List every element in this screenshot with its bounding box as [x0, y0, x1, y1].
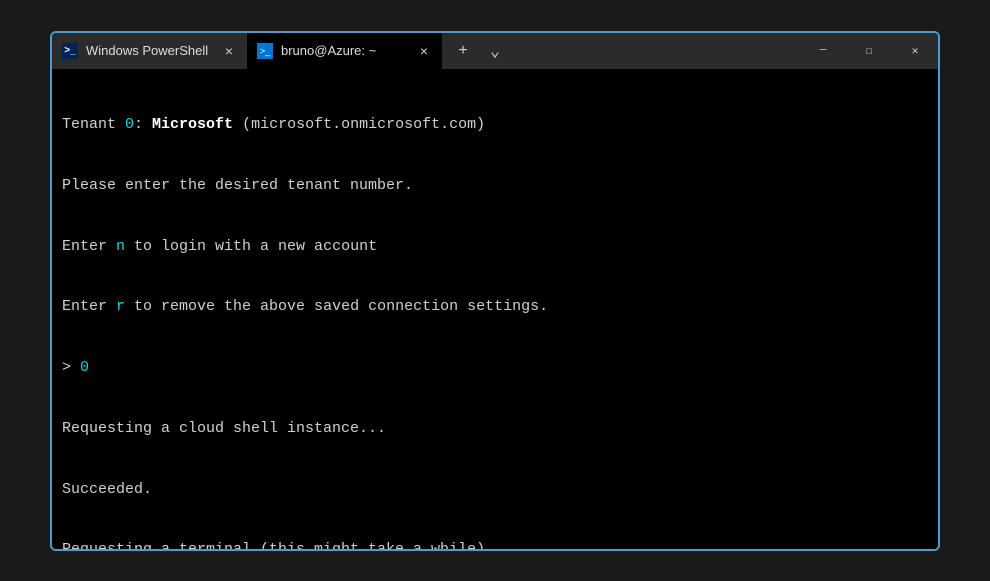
output-line: Succeeded.: [62, 480, 928, 500]
tab-title: Windows PowerShell: [86, 43, 213, 58]
output-line: Enter n to login with a new account: [62, 237, 928, 257]
output-line: Requesting a terminal (this might take a…: [62, 540, 928, 548]
window-controls: ─ ☐ ✕: [800, 33, 938, 69]
output-line: Please enter the desired tenant number.: [62, 176, 928, 196]
azure-shell-icon: >_: [257, 43, 273, 59]
output-line: Requesting a cloud shell instance...: [62, 419, 928, 439]
close-icon[interactable]: ×: [416, 43, 432, 59]
minimize-button[interactable]: ─: [800, 33, 846, 69]
close-button[interactable]: ✕: [892, 33, 938, 69]
output-line: Enter r to remove the above saved connec…: [62, 297, 928, 317]
output-line: Tenant 0: Microsoft (microsoft.onmicroso…: [62, 115, 928, 135]
output-line: > 0: [62, 358, 928, 378]
new-tab-button[interactable]: +: [448, 33, 478, 69]
close-icon[interactable]: ×: [221, 43, 237, 59]
tab-actions: + ⌄: [442, 33, 516, 69]
maximize-button[interactable]: ☐: [846, 33, 892, 69]
terminal-window: >_ Windows PowerShell × >_ bruno@Azure: …: [50, 31, 940, 551]
tab-dropdown-button[interactable]: ⌄: [480, 33, 510, 69]
terminal-output[interactable]: Tenant 0: Microsoft (microsoft.onmicroso…: [52, 69, 938, 549]
powershell-icon: >_: [62, 43, 78, 59]
tab-strip: >_ Windows PowerShell × >_ bruno@Azure: …: [52, 33, 800, 69]
tab-azure-shell[interactable]: >_ bruno@Azure: ~ ×: [247, 33, 442, 69]
titlebar: >_ Windows PowerShell × >_ bruno@Azure: …: [52, 33, 938, 69]
tab-title: bruno@Azure: ~: [281, 43, 408, 58]
tab-powershell[interactable]: >_ Windows PowerShell ×: [52, 33, 247, 69]
